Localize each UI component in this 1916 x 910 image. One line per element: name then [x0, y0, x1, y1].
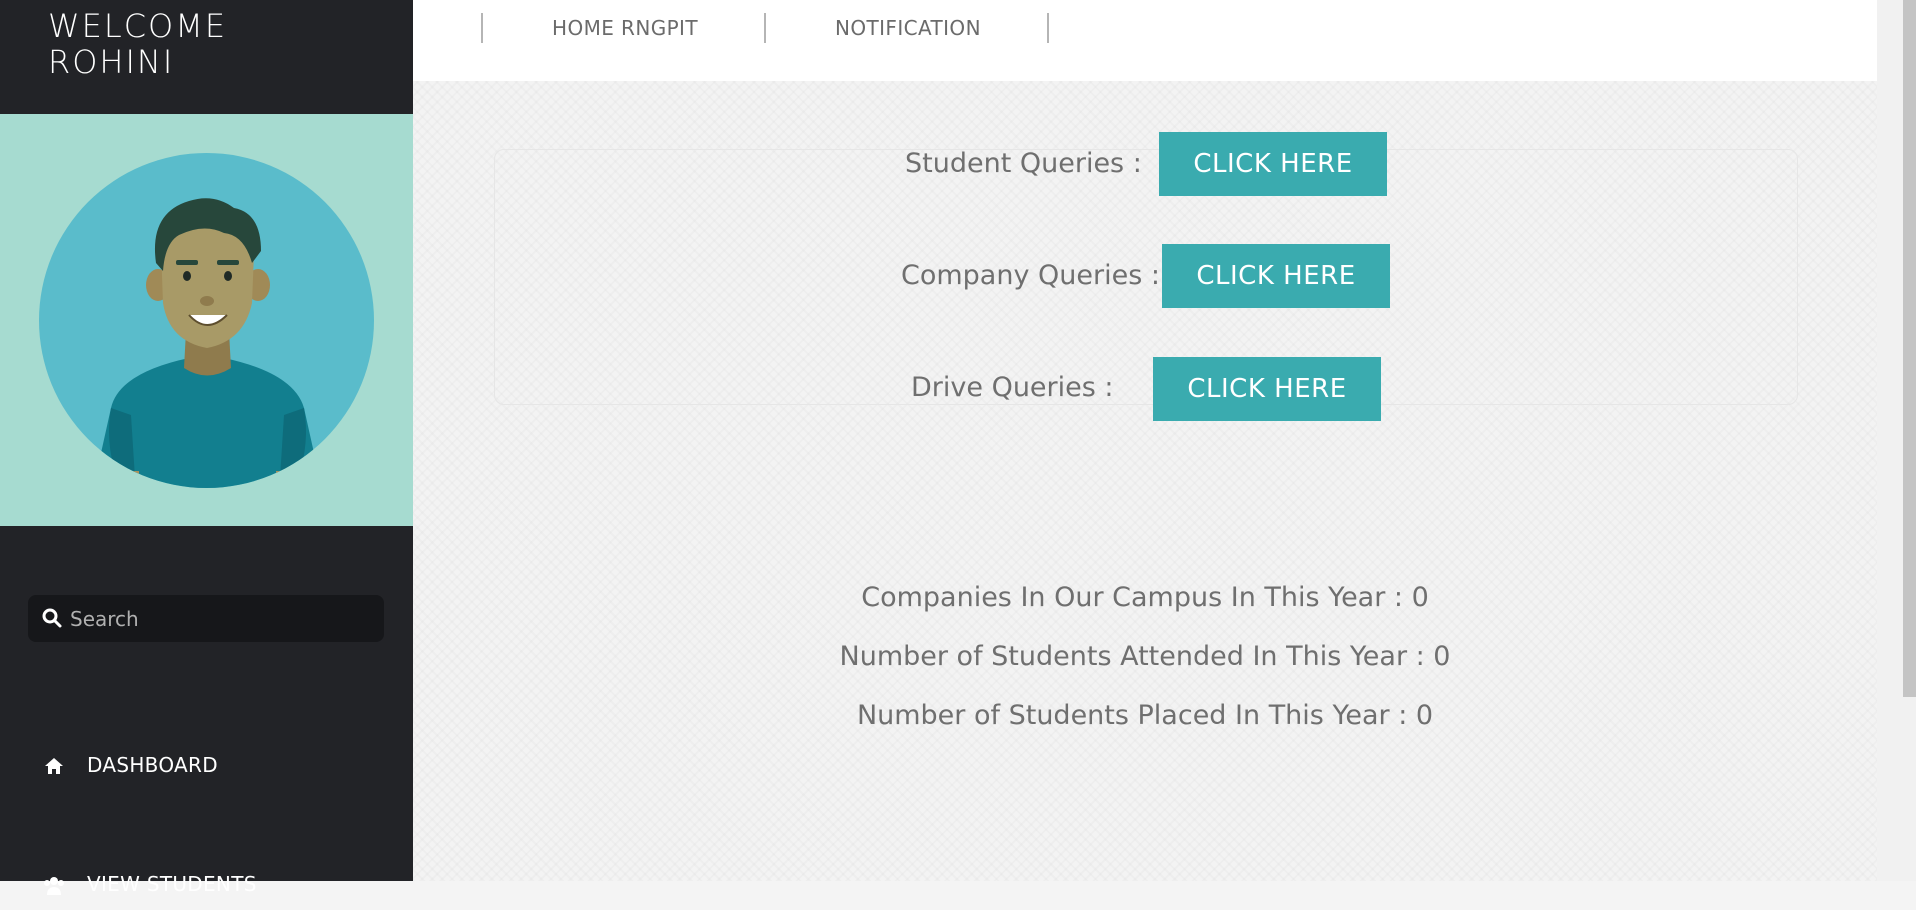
avatar-panel [0, 114, 413, 526]
sidebar-item-dashboard[interactable]: DASHBOARD [0, 741, 413, 791]
welcome-line: WELCOME [48, 7, 228, 45]
search-input[interactable] [68, 603, 372, 635]
welcome-heading: WELCOME ROHINI [48, 8, 227, 80]
drive-queries-label: Drive Queries : [911, 372, 1114, 403]
nav-divider [1047, 13, 1049, 43]
nav-divider [481, 13, 483, 43]
users-icon [44, 877, 64, 895]
scrollbar-thumb[interactable] [1903, 0, 1916, 697]
sidebar-item-label: DASHBOARD [87, 753, 218, 777]
students-placed-text: Number of Students Placed In This Year :… [856, 700, 1434, 731]
student-queries-label: Student Queries : [905, 148, 1142, 179]
nav-link-notification[interactable]: NOTIFICATION [835, 16, 981, 40]
search-icon [42, 608, 62, 628]
user-name: ROHINI [48, 43, 175, 81]
top-navbar: HOME RNGPIT NOTIFICATION [413, 0, 1877, 81]
companies-count-text: Companies In Our Campus In This Year : 0 [861, 582, 1429, 613]
search-box [28, 595, 384, 642]
sidebar-item-view-students[interactable]: VIEW STUDENTS [0, 860, 413, 910]
sidebar: WELCOME ROHINI Search DASHBOARD VIEW STU… [0, 0, 413, 896]
student-queries-button[interactable]: CLICK HERE [1159, 132, 1387, 196]
sidebar-item-label: VIEW STUDENTS [87, 872, 257, 896]
company-queries-label: Company Queries : [901, 260, 1160, 291]
company-queries-button[interactable]: CLICK HERE [1162, 244, 1390, 308]
nav-link-home[interactable]: HOME RNGPIT [552, 16, 698, 40]
home-icon [45, 758, 63, 774]
nav-divider [764, 13, 766, 43]
main-content: Student Queries : CLICK HERE Company Que… [413, 81, 1877, 881]
avatar [39, 153, 374, 488]
students-attended-text: Number of Students Attended In This Year… [839, 641, 1451, 672]
drive-queries-button[interactable]: CLICK HERE [1153, 357, 1381, 421]
